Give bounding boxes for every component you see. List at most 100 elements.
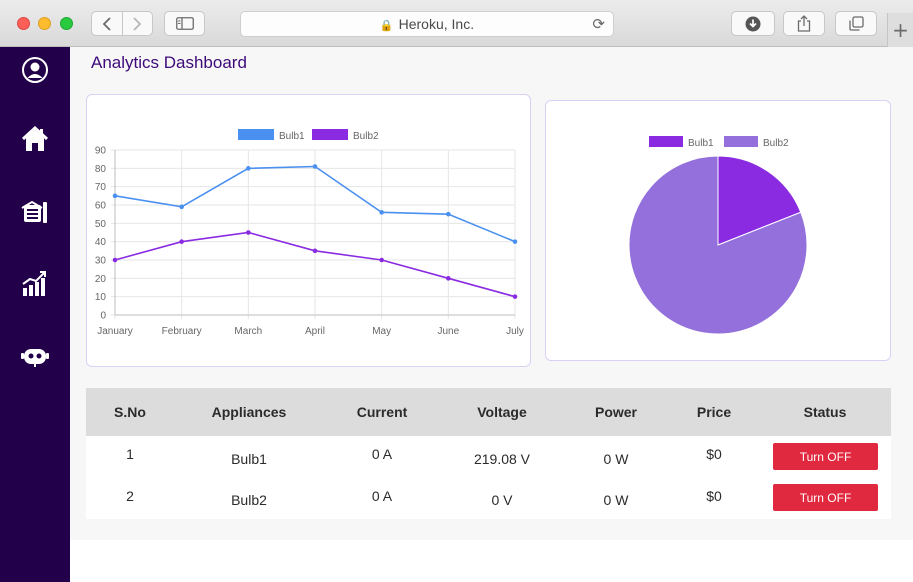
x-tick-label: January (97, 326, 133, 337)
browser-toolbar: 🔒 Heroku, Inc. ⟳ + (0, 0, 913, 47)
appliances-table: S.No Appliances Current Voltage Power Pr… (86, 388, 891, 519)
data-point-bulb2 (512, 294, 518, 299)
download-icon (745, 16, 761, 31)
header-sno: S.No (114, 404, 146, 420)
data-point-bulb2 (246, 230, 251, 235)
sidebar-item-profile[interactable] (18, 53, 52, 87)
new-tab-button[interactable]: + (887, 13, 913, 47)
tab-overview-button[interactable] (835, 11, 877, 36)
line-chart-card: Bulb1 Bulb2 0 10 20 30 40 50 60 70 80 90 January Febr… (86, 94, 531, 367)
sidebar-item-devices[interactable] (18, 195, 52, 229)
y-tick-label: 30 (95, 256, 107, 267)
y-tick-label: 10 (95, 292, 107, 303)
data-point-bulb2 (379, 257, 384, 263)
cell-voltage: 0 V (491, 492, 513, 508)
sidebar-item-analytics[interactable] (18, 266, 52, 300)
data-point-bulb2 (312, 248, 318, 254)
cell-power: 0 W (603, 492, 629, 508)
data-point-bulb1 (112, 193, 118, 199)
data-point-bulb2 (112, 257, 118, 263)
legend-swatch-bulb1 (649, 136, 683, 147)
address-bar[interactable]: 🔒 Heroku, Inc. ⟳ (240, 11, 614, 37)
cell-appliance: Bulb1 (231, 451, 267, 467)
home-icon (21, 126, 49, 151)
turn-off-button[interactable]: Turn OFF (773, 484, 878, 511)
legend-label-bulb2: Bulb2 (763, 138, 789, 149)
sidebar-toggle-button[interactable] (164, 11, 205, 36)
x-tick-label: February (162, 326, 202, 337)
data-point-bulb1 (446, 211, 451, 217)
plus-icon: + (892, 18, 909, 42)
downloads-button[interactable] (731, 11, 775, 36)
data-point-bulb1 (512, 239, 518, 244)
header-voltage: Voltage (477, 404, 527, 420)
app-sidebar (0, 47, 70, 582)
x-tick-label: April (305, 326, 325, 337)
y-tick-label: 70 (95, 182, 107, 193)
user-circle-icon (22, 57, 48, 83)
back-icon (102, 16, 111, 31)
turn-off-button[interactable]: Turn OFF (773, 443, 878, 470)
reload-icon[interactable]: ⟳ (592, 15, 605, 33)
share-button[interactable] (783, 11, 825, 36)
support-bot-icon (21, 349, 49, 367)
devices-icon (21, 200, 47, 223)
cell-current: 0 A (371, 488, 393, 504)
zoom-window-button[interactable] (60, 17, 73, 30)
forward-icon (133, 16, 142, 31)
cell-power: 0 W (603, 451, 629, 467)
tabs-icon (848, 16, 864, 31)
cell-current: 0 A (371, 446, 393, 462)
lock-icon: 🔒 (379, 20, 394, 32)
pie-chart: Bulb1 Bulb2 (628, 136, 808, 335)
x-tick-label: May (372, 326, 391, 337)
cell-sno: 1 (126, 446, 134, 462)
data-point-bulb2 (446, 276, 451, 281)
y-tick-label: 60 (95, 201, 107, 212)
cell-appliance: Bulb2 (231, 492, 267, 508)
history-nav (91, 11, 153, 36)
minimize-window-button[interactable] (38, 17, 51, 30)
data-point-bulb1 (179, 204, 184, 210)
legend-label-bulb1: Bulb1 (279, 131, 305, 142)
close-window-button[interactable] (17, 17, 30, 30)
y-tick-label: 80 (95, 164, 107, 175)
data-point-bulb2 (179, 239, 184, 244)
cell-sno: 2 (126, 488, 134, 504)
legend-label-bulb2: Bulb2 (353, 131, 379, 142)
data-point-bulb1 (379, 210, 384, 215)
data-point-bulb1 (312, 164, 318, 169)
forward-button[interactable] (121, 12, 153, 35)
back-button[interactable] (92, 12, 122, 35)
table-header: S.No Appliances Current Voltage Power Pr… (86, 388, 891, 436)
legend-swatch-bulb2 (312, 129, 348, 140)
share-icon (797, 15, 811, 32)
sidebar-item-home[interactable] (18, 122, 52, 156)
legend-swatch-bulb2 (724, 136, 758, 147)
y-tick-label: 40 (95, 237, 107, 248)
y-tick-label: 20 (95, 274, 107, 285)
x-tick-label: March (234, 326, 262, 337)
header-current: Current (356, 404, 408, 420)
y-tick-label: 50 (95, 219, 107, 230)
sidebar-toggle-icon (175, 17, 194, 30)
cell-price: $0 (706, 446, 722, 462)
x-tick-label: July (506, 326, 524, 337)
legend-label-bulb1: Bulb1 (688, 138, 714, 149)
x-tick-label: June (437, 326, 459, 337)
pie-chart-card: Bulb1 Bulb2 (545, 100, 891, 361)
legend-swatch-bulb1 (238, 129, 274, 140)
page-title: Analytics Dashboard (91, 53, 247, 72)
y-tick-label: 90 (95, 146, 107, 157)
cell-price: $0 (706, 488, 722, 504)
footer-area (70, 540, 913, 582)
site-name: Heroku, Inc. (398, 16, 475, 32)
header-price: Price (696, 404, 732, 420)
analytics-icon (22, 271, 46, 296)
header-status: Status (803, 404, 847, 420)
header-appliances: Appliances (211, 404, 287, 420)
line-chart: Bulb1 Bulb2 0 10 20 30 40 50 60 70 80 90 January Febr… (95, 129, 524, 337)
y-tick-label: 0 (100, 311, 106, 322)
data-point-bulb1 (246, 166, 251, 171)
sidebar-item-support[interactable] (18, 339, 52, 373)
